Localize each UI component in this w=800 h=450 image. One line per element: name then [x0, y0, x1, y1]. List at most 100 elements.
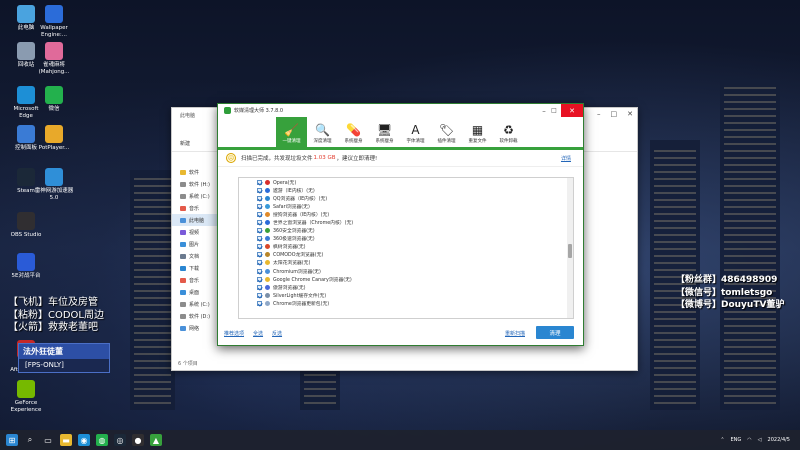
desktop-icon[interactable]: OBS Studio [6, 212, 46, 239]
minimize-icon[interactable]: – [539, 104, 549, 117]
search-icon[interactable]: ⌕ [24, 434, 36, 446]
item-checkbox[interactable] [257, 179, 262, 185]
file-explorer-icon[interactable]: ▬ [60, 434, 72, 446]
edge-icon[interactable]: ◉ [78, 434, 90, 446]
streamer-name: 法外狂徒董 [19, 344, 109, 359]
rescan-link[interactable]: 重新扫描 [505, 330, 525, 337]
language-indicator[interactable]: ENG [731, 437, 742, 443]
list-item[interactable]: Chrome浏览器更新包(无) [239, 299, 573, 307]
item-checkbox[interactable] [257, 284, 262, 290]
cleaner-tab[interactable]: 🖥 系统瘦身 [369, 117, 400, 147]
list-item-label: SilverLight缓存文件(无) [273, 293, 327, 299]
maximize-icon[interactable]: □ [611, 110, 618, 118]
item-checkbox[interactable] [257, 268, 262, 274]
list-item[interactable]: 枫树浏览器(无) [239, 243, 573, 251]
chevron-up-icon[interactable]: ⌃ [720, 437, 724, 443]
list-item[interactable]: Google Chrome Canary浏览器(无) [239, 275, 573, 283]
item-checkbox[interactable] [257, 252, 262, 258]
desktop-icon[interactable]: 5E对战平台 [6, 253, 46, 280]
list-item[interactable]: 360安全浏览器(无) [239, 227, 573, 235]
item-checkbox[interactable] [257, 236, 262, 242]
cleaner-tab[interactable]: 🏷 插件清理 [431, 117, 462, 147]
item-checkbox[interactable] [257, 292, 262, 298]
broom-icon: 🧹 [284, 123, 299, 137]
close-icon[interactable]: ✕ [627, 110, 633, 118]
item-checkbox[interactable] [257, 195, 262, 201]
minimize-icon[interactable]: – [597, 110, 601, 118]
desktop-icon[interactable]: 雀魂麻将 (Mahjong... [34, 42, 74, 76]
desktop-icon[interactable]: Wallpaper Engine:... [34, 5, 74, 39]
desktop-icon-label: PotPlayer... [38, 145, 70, 151]
clock-date[interactable]: 2022/4/5 [768, 437, 790, 443]
windows-start-icon[interactable]: ⊞ [6, 434, 18, 446]
cleaner-tab[interactable]: A 字体清理 [400, 117, 431, 147]
item-checkbox[interactable] [257, 260, 262, 266]
obs-icon[interactable]: ● [132, 434, 144, 446]
browser-icon [265, 220, 270, 226]
desktop-icon[interactable]: 微信 [34, 86, 74, 113]
new-button[interactable]: 新建 [180, 140, 190, 147]
list-item[interactable]: 搜狗浏览器（IE内核）(无) [239, 210, 573, 218]
item-checkbox[interactable] [257, 276, 262, 282]
cleaner-tab[interactable]: 💊 系统瘦身 [338, 117, 369, 147]
item-checkbox[interactable] [257, 211, 262, 217]
close-button[interactable]: ✕ [561, 104, 583, 117]
streamer-tag: 法外狂徒董 [FPS-ONLY] [18, 343, 110, 373]
clean-button[interactable]: 清理 [536, 326, 574, 339]
browser-icon [265, 284, 270, 290]
volume-icon[interactable]: ◁ [758, 437, 762, 443]
list-item[interactable]: Opera(无) [239, 178, 573, 186]
maximize-icon[interactable]: □ [549, 104, 559, 117]
sidebar-item-label: 音乐 [189, 277, 200, 284]
footer-link[interactable]: 推荐选项 [224, 330, 244, 337]
desktop-icon[interactable]: GeForce Experience [6, 380, 46, 414]
desktop-icon[interactable]: 雷神网游加速器5.0 [34, 168, 74, 202]
list-item[interactable]: QQ浏览器（IE内核）(无) [239, 194, 573, 202]
list-item[interactable]: SilverLight缓存文件(无) [239, 291, 573, 299]
item-checkbox[interactable] [257, 203, 262, 209]
footer-link[interactable]: 全选 [253, 330, 263, 337]
folder-icon [180, 253, 186, 259]
desktop-icon-label: 雀魂麻将 (Mahjong... [38, 62, 70, 75]
list-item[interactable]: Chromium浏览器(无) [239, 267, 573, 275]
details-link[interactable]: 详情 [561, 155, 571, 162]
wifi-icon[interactable]: ◠ [747, 437, 751, 443]
cleaner-tab[interactable]: ▦ 重复文件 [462, 117, 493, 147]
list-item[interactable]: Safari浏览器(无) [239, 202, 573, 210]
sidebar-item-label: 软件 [189, 169, 200, 176]
task-view-icon[interactable]: ▭ [42, 434, 54, 446]
list-item[interactable]: 360极速浏览器(无) [239, 235, 573, 243]
item-checkbox[interactable] [257, 228, 262, 234]
item-checkbox[interactable] [257, 187, 262, 193]
list-item[interactable]: COMODO龙浏览器(无) [239, 251, 573, 259]
banner-prefix: 扫描已完成，共发现垃圾文件 [241, 156, 313, 162]
banner-suffix: ，建议立即清理! [336, 156, 378, 162]
list-scrollbar[interactable] [567, 178, 573, 318]
list-item-label: COMODO龙浏览器(无) [273, 253, 324, 259]
desktop-icon[interactable]: PotPlayer... [34, 125, 74, 152]
list-item[interactable]: 傲游浏览器(无) [239, 283, 573, 291]
footer-link[interactable]: 反选 [272, 330, 282, 337]
list-item[interactable]: 世界之窗浏览器（Chrome内核）(无) [239, 218, 573, 226]
edge-icon [17, 86, 35, 104]
scrollbar-thumb[interactable] [568, 244, 572, 258]
list-item[interactable]: 太阳花浏览器(无) [239, 259, 573, 267]
cleaner-tab-label: 重复文件 [468, 139, 487, 144]
desktop-icon-label: Wallpaper Engine:... [40, 25, 68, 38]
item-checkbox[interactable] [257, 300, 262, 306]
item-checkbox[interactable] [257, 220, 262, 226]
cleaner-tab[interactable]: 🔍 深度清理 [307, 117, 338, 147]
sidebar-item-label: 软件 (H:) [189, 181, 210, 188]
cleaner-window[interactable]: 软媒清理大师 3.7.8.0 – □ ✕ 🧹 一键清理 🔍 深度清理 💊 系统瘦身 🖥 系统瘦… [217, 103, 584, 346]
wechat-icon[interactable]: ◍ [96, 434, 108, 446]
steam-icon[interactable]: ◎ [114, 434, 126, 446]
cleaner-tab[interactable]: ♻ 软件卸载 [493, 117, 524, 147]
item-checkbox[interactable] [257, 244, 262, 250]
control-panel-icon [17, 125, 35, 143]
cleanup-item-list[interactable]: Opera(无) 遨游（IE内核）(无) QQ浏览器（IE内核）(无) Safari浏… [238, 177, 574, 319]
uninstall-icon: ♻ [503, 123, 514, 137]
list-item[interactable]: 遨游（IE内核）(无) [239, 186, 573, 194]
folder-icon [180, 313, 186, 319]
cleaner-icon[interactable]: ▲ [150, 434, 162, 446]
cleaner-tab[interactable]: 🧹 一键清理 [276, 117, 307, 147]
